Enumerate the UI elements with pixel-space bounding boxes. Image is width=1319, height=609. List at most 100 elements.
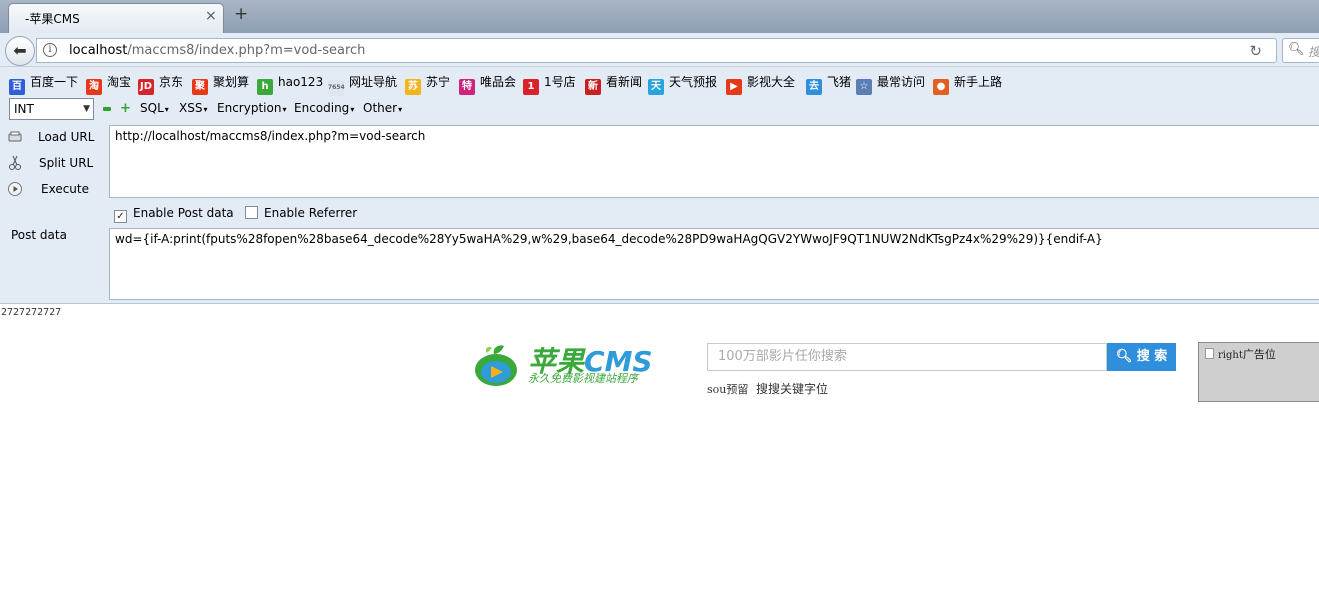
search-bar[interactable]: 🔍︎ 搜 — [1282, 38, 1319, 63]
bookmark-item[interactable]: 1 1号店 — [523, 73, 576, 95]
site-search-input[interactable]: 100万部影片任你搜索 — [707, 343, 1107, 371]
play-icon — [8, 182, 22, 196]
site-search-button-label: 搜 索 — [1136, 349, 1168, 364]
bookmark-item[interactable]: 特唯品会 — [459, 73, 516, 95]
new-tab-button[interactable]: + — [234, 4, 248, 24]
baidu-paw-icon: 百 — [9, 79, 25, 95]
navigation-bar: i localhost/maccms8/index.php?m=vod-sear… — [0, 33, 1319, 67]
execute-button[interactable]: Execute — [7, 179, 102, 199]
hot-keyword-2[interactable]: 搜搜关键字位 — [756, 382, 828, 396]
fliggy-icon: 去 — [806, 79, 822, 95]
caret-icon: ▾ — [164, 105, 169, 114]
type-select[interactable]: INT ▼ — [9, 98, 94, 120]
site-info-icon[interactable]: i — [43, 43, 57, 57]
bookmark-item[interactable]: 新看新闻 — [585, 73, 643, 95]
post-data-label: Post data — [11, 228, 67, 242]
bookmark-label: 看新闻 — [606, 75, 643, 89]
search-bar-placeholder: 搜 — [1308, 45, 1319, 59]
7654-icon: 7654 — [328, 80, 345, 96]
bookmark-item[interactable]: 天天气预报 — [648, 73, 718, 95]
video-icon: ▶ — [726, 79, 742, 95]
dropdown-arrow-icon: ▼ — [83, 104, 90, 114]
bookmark-label: 百度一下 — [30, 75, 79, 89]
url-host: localhost — [69, 43, 128, 58]
bookmark-label: 1号店 — [544, 75, 576, 89]
search-icon: 🔍︎ — [1288, 42, 1305, 57]
enable-post-data-label: Enable Post data — [133, 206, 234, 220]
enable-referrer-label: Enable Referrer — [264, 206, 358, 220]
back-button[interactable]: ⬅ — [5, 36, 35, 66]
bookmarks-bar: 百百度一下淘淘宝 JD 京东聚聚划算 h hao123 7654 网址导航苏苏宁特唯品会 1 1… — [0, 67, 1319, 96]
menu-sql[interactable]: SQL▾ — [140, 101, 169, 115]
caret-icon: ▾ — [398, 105, 403, 114]
bookmark-item[interactable]: 淘淘宝 — [86, 73, 132, 95]
caret-icon: ▾ — [203, 105, 208, 114]
increase-icon[interactable]: + — [120, 102, 131, 115]
menu-other[interactable]: Other▾ — [363, 101, 402, 115]
hot-keyword-1[interactable]: sou预留 — [707, 383, 748, 396]
news-icon: 新 — [585, 79, 601, 95]
bookmark-item[interactable]: 苏苏宁 — [405, 73, 450, 95]
menu-encoding[interactable]: Encoding▾ — [294, 101, 354, 115]
site-search-button[interactable]: 🔍︎ 搜 索 — [1107, 343, 1176, 371]
suning-icon: 苏 — [405, 79, 421, 95]
caret-icon: ▾ — [282, 105, 287, 114]
bookmark-item[interactable]: ▶ 影视大全 — [726, 73, 796, 95]
bookmark-label: hao123 — [278, 75, 324, 89]
right-ad-slot[interactable]: right广告位 — [1198, 342, 1319, 402]
reload-icon[interactable]: ↻ — [1249, 42, 1262, 60]
enable-referrer-checkbox[interactable] — [245, 206, 258, 219]
enable-post-data-checkbox[interactable]: ✓ — [114, 210, 127, 223]
bookmark-item[interactable]: 聚聚划算 — [192, 73, 250, 95]
enable-post-data-toggle[interactable]: ✓ Enable Post data — [114, 206, 234, 223]
menu-encryption[interactable]: Encryption▾ — [217, 101, 286, 115]
close-tab-icon[interactable]: × — [205, 8, 217, 24]
bookmark-item[interactable]: h hao123 — [257, 73, 324, 95]
menu-xss[interactable]: XSS▾ — [179, 101, 207, 115]
bookmark-label: 聚划算 — [213, 75, 250, 89]
bookmark-label: 影视大全 — [747, 75, 796, 89]
bookmark-label: 京东 — [159, 75, 184, 89]
browser-tab[interactable]: -苹果CMS × — [8, 3, 224, 33]
caret-icon: ▾ — [350, 105, 355, 114]
post-data-textarea[interactable]: wd={if-A:print(fputs%28fopen%28base64_de… — [109, 228, 1319, 300]
load-url-button[interactable]: Load URL — [7, 127, 102, 147]
juhuasuan-icon: 聚 — [192, 79, 208, 95]
bookmark-label: 天气预报 — [669, 75, 718, 89]
bookmark-label: 淘宝 — [107, 75, 132, 89]
decrease-icon[interactable] — [103, 107, 111, 111]
firefox-icon: ● — [933, 79, 949, 95]
enable-referrer-toggle[interactable]: Enable Referrer — [245, 206, 357, 220]
site-logo[interactable]: 苹果CMS 永久免费影视建站程序 — [472, 343, 672, 387]
search-icon: 🔍︎ — [1115, 349, 1133, 364]
page-output-text: 2727272727 — [1, 307, 62, 318]
execute-label: Execute — [41, 182, 89, 196]
bookmark-item[interactable]: ☆ 最常访问 — [856, 73, 926, 95]
split-url-button[interactable]: Split URL — [7, 153, 102, 173]
split-url-label: Split URL — [39, 156, 94, 170]
bookmark-label: 新手上路 — [954, 75, 1003, 89]
url-path: /maccms8/index.php?m=vod-search — [127, 43, 366, 58]
url-text[interactable]: localhost/maccms8/index.php?m=vod-search — [69, 43, 365, 58]
bookmark-item[interactable]: ● 新手上路 — [933, 73, 1003, 95]
vip-icon: 特 — [459, 79, 475, 95]
weather-icon: 天 — [648, 79, 664, 95]
scissors-icon — [9, 155, 21, 170]
tab-strip: -苹果CMS × + — [0, 0, 1319, 33]
bookmark-item[interactable]: 7654 网址导航 — [328, 73, 398, 96]
yhd-icon: 1 — [523, 79, 539, 95]
ad-slot-label: right广告位 — [1218, 348, 1276, 361]
load-url-label: Load URL — [38, 130, 95, 144]
most-visited-icon: ☆ — [856, 79, 872, 95]
url-textarea[interactable]: http://localhost/maccms8/index.php?m=vod… — [109, 125, 1319, 198]
bookmark-item[interactable]: 去飞猪 — [806, 73, 851, 95]
logo-slogan: 永久免费影视建站程序 — [528, 372, 638, 385]
bookmark-label: 最常访问 — [877, 75, 926, 89]
type-select-value: INT — [14, 102, 34, 116]
url-bar[interactable]: i localhost/maccms8/index.php?m=vod-sear… — [36, 38, 1277, 63]
bookmark-label: 网址导航 — [349, 75, 398, 89]
back-arrow-icon: ⬅ — [13, 41, 27, 60]
bookmark-item[interactable]: JD 京东 — [138, 73, 184, 95]
apple-logo-icon — [475, 345, 517, 386]
bookmark-item[interactable]: 百百度一下 — [9, 73, 79, 95]
